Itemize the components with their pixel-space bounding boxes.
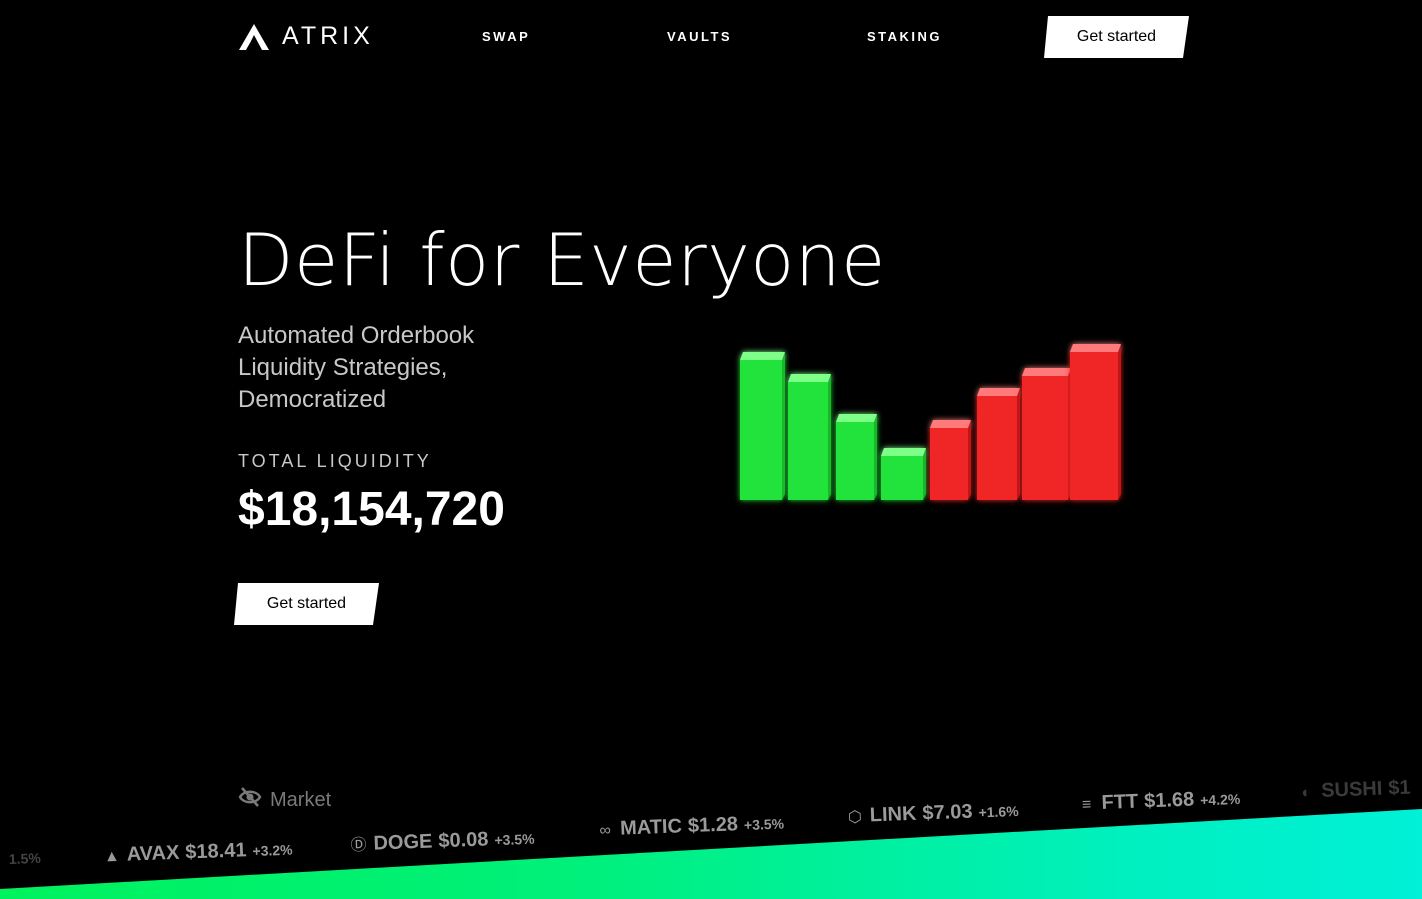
ticker-price: $1.68: [1143, 788, 1195, 813]
landing-page: ATRIX SWAP VAULTS STAKING Get started De…: [0, 0, 1422, 899]
doge-icon: Ⓓ: [350, 836, 367, 855]
nav-staking-link[interactable]: STAKING: [867, 29, 942, 44]
chart-bar: [1070, 344, 1121, 500]
ticker-item[interactable]: ⬡ LINK $7.03 +1.6%: [845, 799, 1019, 828]
avax-icon: ▲: [103, 847, 121, 866]
chart-bar: [788, 374, 831, 500]
matic-icon: ∞: [599, 821, 612, 840]
hero-title: DeFi for Everyone: [238, 218, 886, 302]
ticker-change: +3.5%: [494, 830, 535, 849]
sushi-icon: ◐: [1301, 784, 1312, 802]
ticker-change: 1.5%: [8, 849, 42, 867]
ticker-item[interactable]: ◐ SUSHI $1: [1297, 777, 1411, 804]
chart-bar: [881, 448, 926, 500]
nav-vaults-link[interactable]: VAULTS: [667, 29, 732, 44]
ticker-price: $1: [1387, 776, 1411, 800]
triangle-logo-icon: [238, 23, 270, 51]
ticker-item[interactable]: Ⓓ DOGE $0.08 +3.5%: [349, 825, 535, 857]
ticker-change: +3.2%: [252, 841, 293, 860]
ticker-price: $18.41: [184, 839, 247, 864]
ticker-symbol: DOGE: [373, 830, 433, 855]
ticker-symbol: SUSHI: [1320, 777, 1383, 802]
tagline-line: Liquidity Strategies,: [238, 354, 448, 381]
hero-get-started-button[interactable]: Get started: [234, 583, 379, 625]
chart-bar: [836, 414, 877, 500]
ticker-item[interactable]: ∞ MATIC $1.28 +3.5%: [596, 812, 785, 842]
chart-bar: [740, 352, 785, 500]
total-liquidity-label: TOTAL LIQUIDITY: [238, 451, 432, 471]
ticker-symbol: AVAX: [126, 841, 180, 866]
ftt-icon: ≡: [1081, 796, 1092, 814]
tagline-line: Democratized: [238, 386, 387, 413]
chart-bar: [1022, 368, 1071, 500]
ticker-price: $7.03: [922, 800, 973, 825]
tagline-line: Automated Orderbook: [238, 322, 475, 349]
hero-tagline: Automated Orderbook Liquidity Strategies…: [238, 320, 474, 416]
ticker-change: +3.5%: [743, 815, 785, 834]
ticker-symbol: MATIC: [619, 815, 683, 840]
chart-bar: [930, 420, 971, 500]
ticker-item[interactable]: ▲ AVAX $18.41 +3.2%: [102, 838, 293, 868]
nav-get-started-button[interactable]: Get started: [1044, 16, 1189, 58]
brand-logo[interactable]: ATRIX: [238, 22, 374, 51]
ticker-change: +1.6%: [978, 802, 1019, 821]
bar-chart: [740, 344, 1121, 500]
link-icon: ⬡: [847, 808, 863, 827]
ticker-symbol: LINK: [869, 802, 917, 827]
ticker-symbol: FTT: [1101, 790, 1139, 814]
chart-bar: [977, 388, 1020, 500]
nav-swap-link[interactable]: SWAP: [482, 29, 530, 44]
ticker-item[interactable]: ≡ FTT $1.68 +4.2%: [1077, 787, 1241, 816]
ticker-price: $0.08: [437, 828, 489, 853]
total-liquidity-value: $18,154,720: [238, 483, 505, 536]
ticker-item[interactable]: 1.5%: [9, 850, 41, 867]
ticker-change: +4.2%: [1199, 790, 1241, 809]
brand-name: ATRIX: [282, 22, 374, 50]
ticker-price: $1.28: [687, 813, 739, 838]
